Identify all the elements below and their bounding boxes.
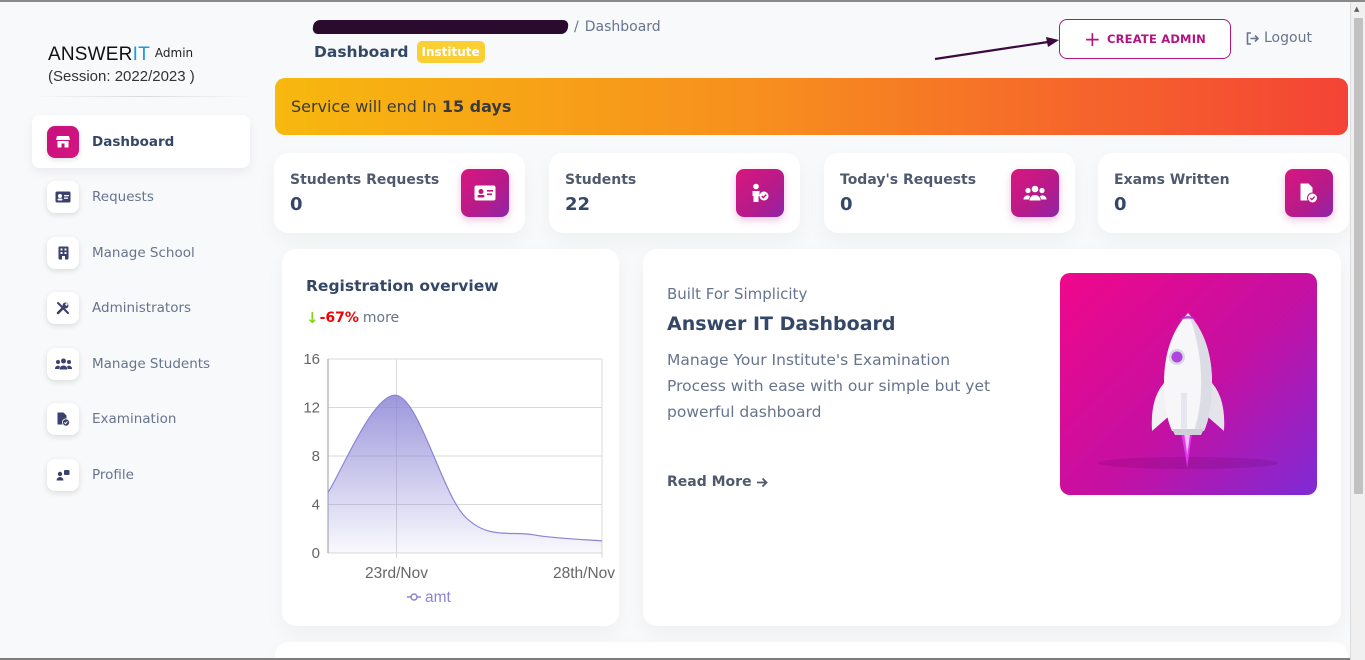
x-tick-label: 28th/Nov <box>553 565 615 582</box>
sidebar-item-requests[interactable]: Requests <box>32 171 250 224</box>
read-more-label: Read More <box>667 474 752 490</box>
page-title-text: Dashboard <box>314 43 409 61</box>
users-icon <box>47 347 79 380</box>
stat-card-students: Students 22 <box>549 153 800 233</box>
registration-change-pct: -67% <box>319 310 359 326</box>
registration-chart[interactable]: 0 4 8 12 16 23rd/Nov 28th/Nov amt <box>282 349 619 619</box>
info-description: Manage Your Institute's Examination Proc… <box>667 351 991 421</box>
plus-icon: + <box>1083 27 1101 51</box>
registration-change-suffix: more <box>362 310 400 326</box>
stat-value: 0 <box>290 194 303 215</box>
registration-title: Registration overview <box>306 277 499 295</box>
service-banner: Service will end In 15 days <box>275 78 1348 135</box>
info-title: Answer IT Dashboard <box>667 313 896 335</box>
y-tick-label: 16 <box>303 351 320 368</box>
breadcrumb-current: Dashboard <box>584 19 661 35</box>
sidebar-item-administrators[interactable]: Administrators <box>32 282 250 335</box>
y-tick-label: 4 <box>312 497 320 514</box>
id-card-icon <box>461 169 509 217</box>
logout-button[interactable]: Logout <box>1246 30 1312 46</box>
scrollbar-thumb[interactable] <box>1354 18 1363 494</box>
rocket-icon <box>1098 313 1278 469</box>
create-admin-button[interactable]: + CREATE ADMIN <box>1059 19 1231 59</box>
legend-marker-dot <box>410 593 418 601</box>
stat-value: 22 <box>565 194 591 215</box>
stat-card-students-requests: Students Requests 0 <box>274 153 525 233</box>
breadcrumb-separator: / <box>574 19 579 35</box>
sidebar-item-label: Dashboard <box>92 133 175 150</box>
user-card-icon <box>47 459 79 492</box>
stat-card-exams-written: Exams Written 0 <box>1098 153 1349 233</box>
y-tick-label: 8 <box>312 448 320 465</box>
store-icon <box>47 125 79 158</box>
redacted-breadcrumb <box>312 20 569 34</box>
sidebar-item-label: Manage School <box>92 244 195 261</box>
banner-highlight: 15 days <box>441 97 512 116</box>
read-more-link[interactable]: Read More <box>667 474 768 490</box>
institute-badge: Institute <box>416 41 485 63</box>
y-tick-label: 12 <box>303 400 320 417</box>
create-admin-label: CREATE ADMIN <box>1106 32 1207 46</box>
page-title: Dashboard Institute <box>314 41 485 63</box>
brand-role: Admin <box>154 46 194 60</box>
session-label: (Session: 2022/2023 ) <box>48 68 195 85</box>
sidebar-nav: Dashboard Requests Manage School Adminis… <box>32 115 250 504</box>
annotation-arrow <box>934 37 1059 61</box>
registration-change: ↓ -67% more <box>306 309 399 327</box>
tools-icon <box>47 292 79 325</box>
sidebar-item-label: Requests <box>92 189 154 206</box>
file-check-icon <box>1285 169 1333 217</box>
banner-text: Service will end In <box>291 97 437 116</box>
stat-label: Exams Written <box>1114 172 1230 188</box>
sidebar-item-manage-students[interactable]: Manage Students <box>32 337 250 390</box>
scroll-up-icon[interactable]: ▲ <box>1354 4 1359 14</box>
stat-card-todays-requests: Today's Requests 0 <box>824 153 1075 233</box>
registration-overview-card: Registration overview ↓ -67% more 0 4 8 12 1… <box>282 249 619 626</box>
y-tick-label: 0 <box>312 545 320 562</box>
sidebar-item-label: Administrators <box>92 300 192 317</box>
sidebar-item-manage-school[interactable]: Manage School <box>32 226 250 279</box>
info-subtitle: Built For Simplicity <box>667 285 808 303</box>
sidebar-item-dashboard[interactable]: Dashboard <box>32 115 250 168</box>
arrow-down-icon: ↓ <box>306 309 319 327</box>
building-icon <box>47 236 79 269</box>
file-check-icon <box>47 403 79 436</box>
logout-icon <box>1246 31 1260 45</box>
brand-logo[interactable]: ANSWERIT Admin <box>48 44 193 66</box>
logout-label: Logout <box>1264 30 1312 46</box>
sidebar-item-label: Manage Students <box>92 355 211 372</box>
sidebar-item-label: Examination <box>92 411 177 428</box>
stat-value: 0 <box>840 194 853 215</box>
scrollbar[interactable]: ▲ <box>1350 2 1365 660</box>
users-icon <box>1011 169 1059 217</box>
sidebar: ANSWERIT Admin (Session: 2022/2023 ) Dash… <box>0 2 265 658</box>
id-card-icon <box>47 181 79 214</box>
sidebar-item-label: Profile <box>92 467 134 484</box>
breadcrumb: / Dashboard <box>312 19 661 35</box>
stat-label: Today's Requests <box>840 172 977 188</box>
sidebar-item-examination[interactable]: Examination <box>32 393 250 446</box>
x-tick-label: 23rd/Nov <box>365 565 428 582</box>
brand-name: ANSWERIT <box>48 44 150 65</box>
arrow-right-icon <box>756 477 768 487</box>
stat-value: 0 <box>1114 194 1127 215</box>
rocket-illustration <box>1060 273 1317 495</box>
stat-label: Students <box>565 172 637 188</box>
user-check-icon <box>736 169 784 217</box>
sidebar-divider <box>32 96 252 97</box>
stat-label: Students Requests <box>290 172 440 188</box>
info-card: Built For Simplicity Answer IT Dashboard… <box>643 249 1341 626</box>
sidebar-item-profile[interactable]: Profile <box>32 449 250 502</box>
legend-label: amt <box>425 589 452 606</box>
